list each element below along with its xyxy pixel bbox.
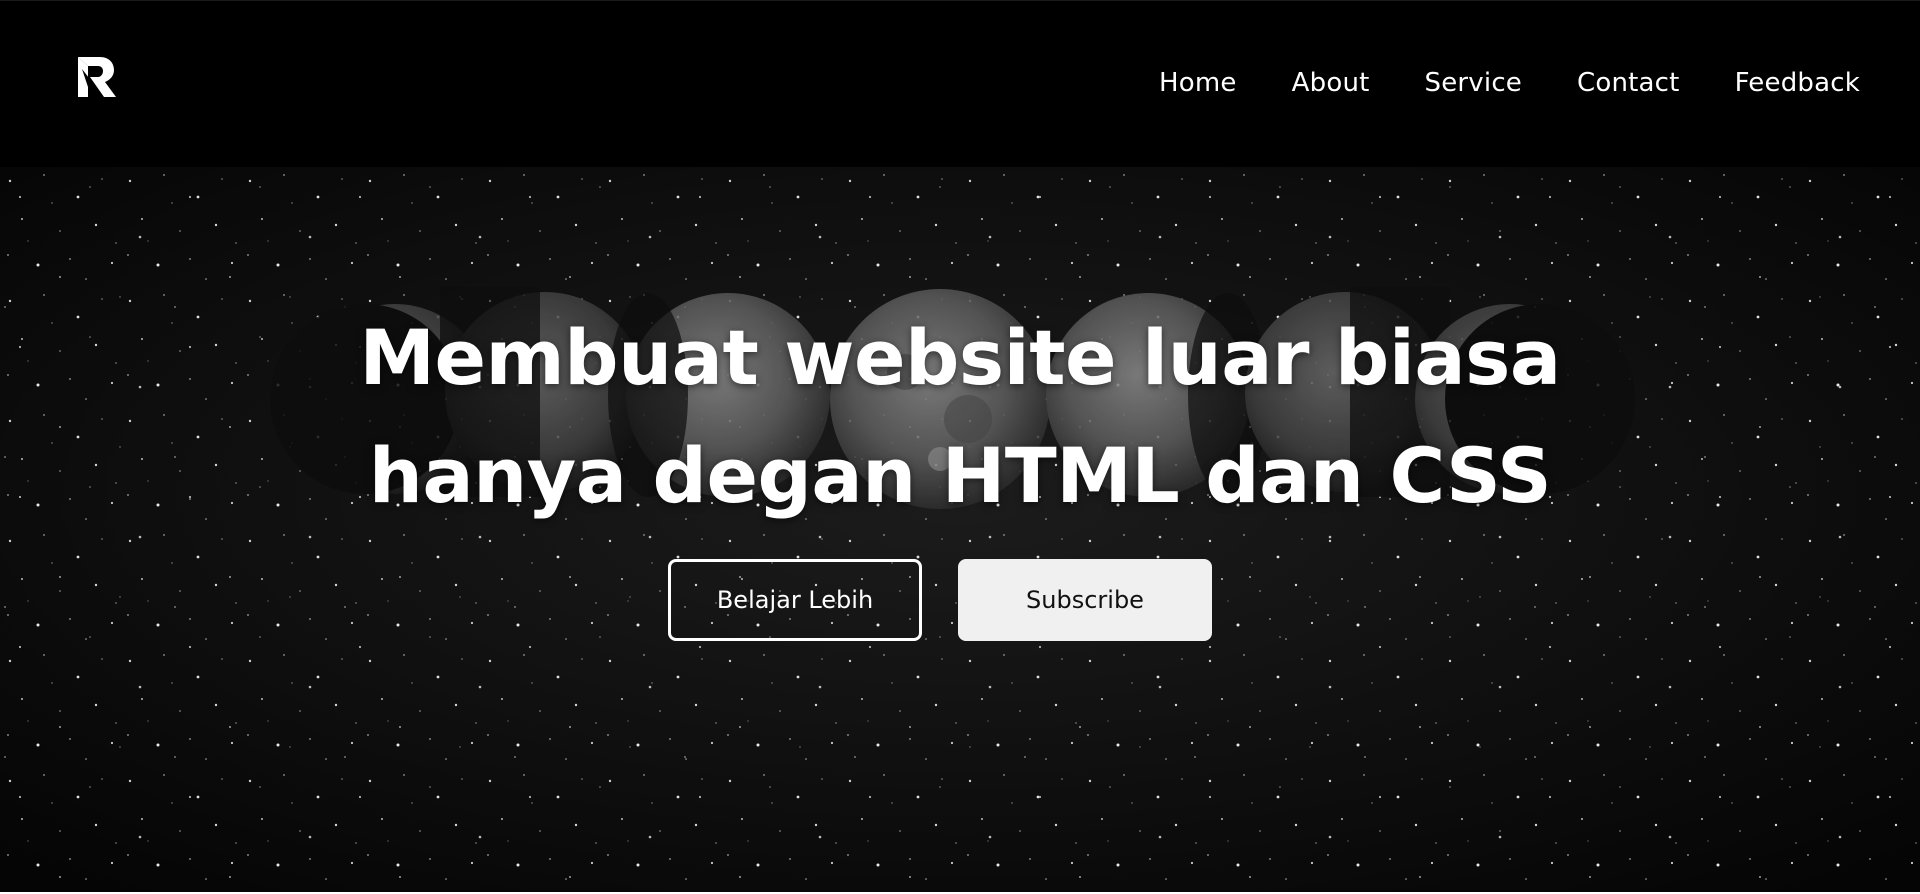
hero-button-group: Belajar Lebih Subscribe — [0, 559, 1920, 641]
nav-link-service[interactable]: Service — [1425, 65, 1523, 101]
belajar-lebih-button[interactable]: Belajar Lebih — [668, 559, 922, 641]
navbar: Home About Service Contact Feedback — [0, 1, 1920, 167]
nav-link-about[interactable]: About — [1292, 65, 1370, 101]
hero-content: Membuat website luar biasa hanya degan H… — [0, 167, 1920, 894]
subscribe-button[interactable]: Subscribe — [958, 559, 1212, 641]
nav-link-home[interactable]: Home — [1159, 65, 1237, 101]
nav-link-feedback[interactable]: Feedback — [1735, 65, 1860, 101]
hero-title-line-1: Membuat website luar biasa — [359, 313, 1561, 402]
landing-page: Home About Service Contact Feedback Memb… — [0, 0, 1920, 894]
hero-section: Membuat website luar biasa hanya degan H… — [0, 167, 1920, 894]
r-logo-icon[interactable] — [74, 55, 118, 99]
nav-menu: Home About Service Contact Feedback — [1104, 65, 1860, 101]
nav-link-contact[interactable]: Contact — [1577, 65, 1680, 101]
hero-title: Membuat website luar biasa hanya degan H… — [0, 299, 1920, 535]
hero-title-line-2: hanya degan HTML dan CSS — [368, 431, 1552, 520]
